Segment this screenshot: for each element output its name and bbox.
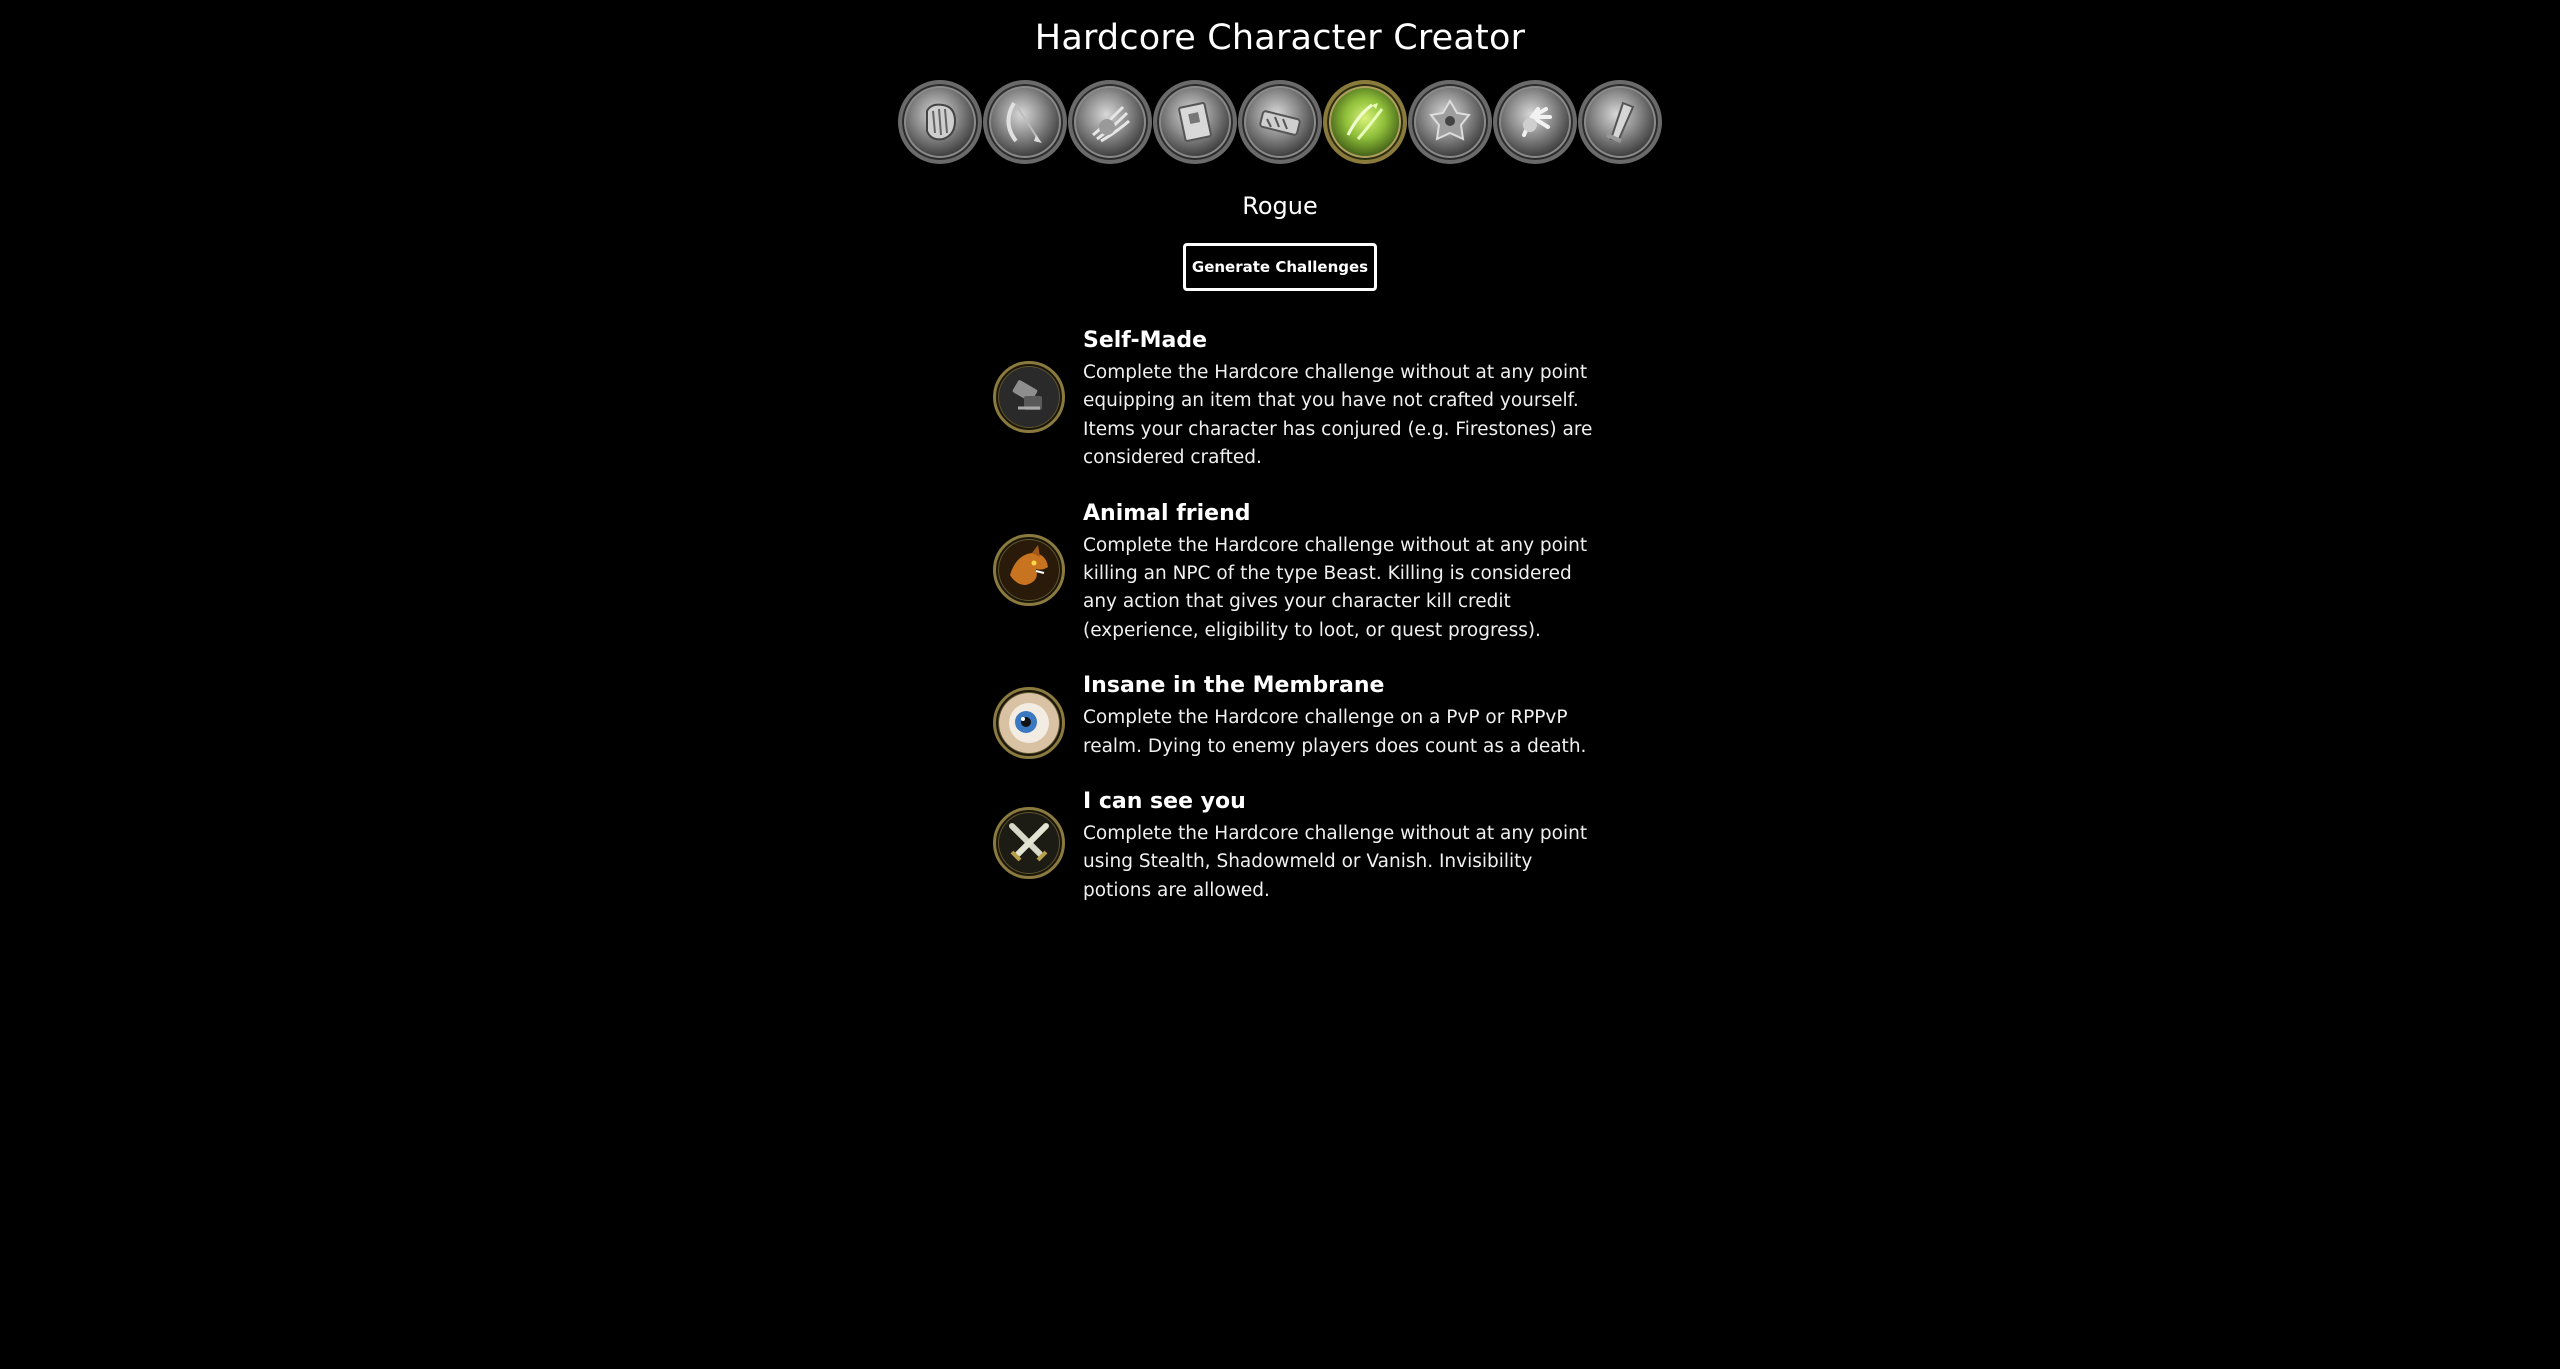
eye-icon [993,687,1065,760]
class-button-warlock[interactable] [1238,80,1322,164]
class-button-druid[interactable] [1068,80,1152,164]
selected-class-name: Rogue [1242,192,1318,220]
challenge-list: Self-Made Complete the Hardcore challeng… [990,326,1610,931]
challenge-title: Insane in the Membrane [1083,673,1385,699]
challenge-item: Animal friend Complete the Hardcore chal… [990,499,1610,646]
beast-head-icon [993,533,1065,606]
generate-challenges-button[interactable]: Generate Challenges [1183,243,1377,291]
class-selector [898,80,1662,164]
shaman-totem-icon [1429,99,1471,141]
warlock-hand-icon [1259,110,1301,136]
challenge-description: Complete the Hardcore challenge without … [1083,534,1588,641]
druid-claw-icon [1092,105,1130,143]
class-button-hunter[interactable] [983,80,1067,164]
app-page: Hardcore Character Creator Rogue Generat… [0,0,2560,1369]
challenge-description: Complete the Hardcore challenge without … [1083,362,1593,469]
paladin-hammer-icon [1606,101,1635,143]
crossed-daggers-icon [993,807,1065,880]
class-button-paladin[interactable] [1578,80,1662,164]
warrior-fist-icon [926,103,957,141]
mage-hand-icon [1522,107,1552,137]
challenge-item: I can see you Complete the Hardcore chal… [990,787,1610,905]
challenge-item: Insane in the Membrane Complete the Hard… [990,671,1610,761]
hunter-bow-icon [1006,101,1042,143]
challenge-item: Self-Made Complete the Hardcore challeng… [990,326,1610,473]
challenge-description: Complete the Hardcore challenge on a PvP… [1083,707,1587,757]
challenge-title: Animal friend [1083,500,1251,526]
class-button-priest[interactable] [1153,80,1237,164]
challenge-description: Complete the Hardcore challenge without … [1083,823,1588,901]
class-button-mage[interactable] [1493,80,1577,164]
priest-book-icon [1178,102,1212,142]
rogue-blades-icon [1346,103,1384,140]
class-button-warrior[interactable] [898,80,982,164]
challenge-title: Self-Made [1083,328,1208,353]
challenge-title: I can see you [1083,789,1246,815]
page-title: Hardcore Character Creator [1034,18,1526,58]
crafting-anvil-icon [993,361,1065,433]
class-button-shaman[interactable] [1408,80,1492,164]
class-button-rogue[interactable] [1323,80,1407,164]
